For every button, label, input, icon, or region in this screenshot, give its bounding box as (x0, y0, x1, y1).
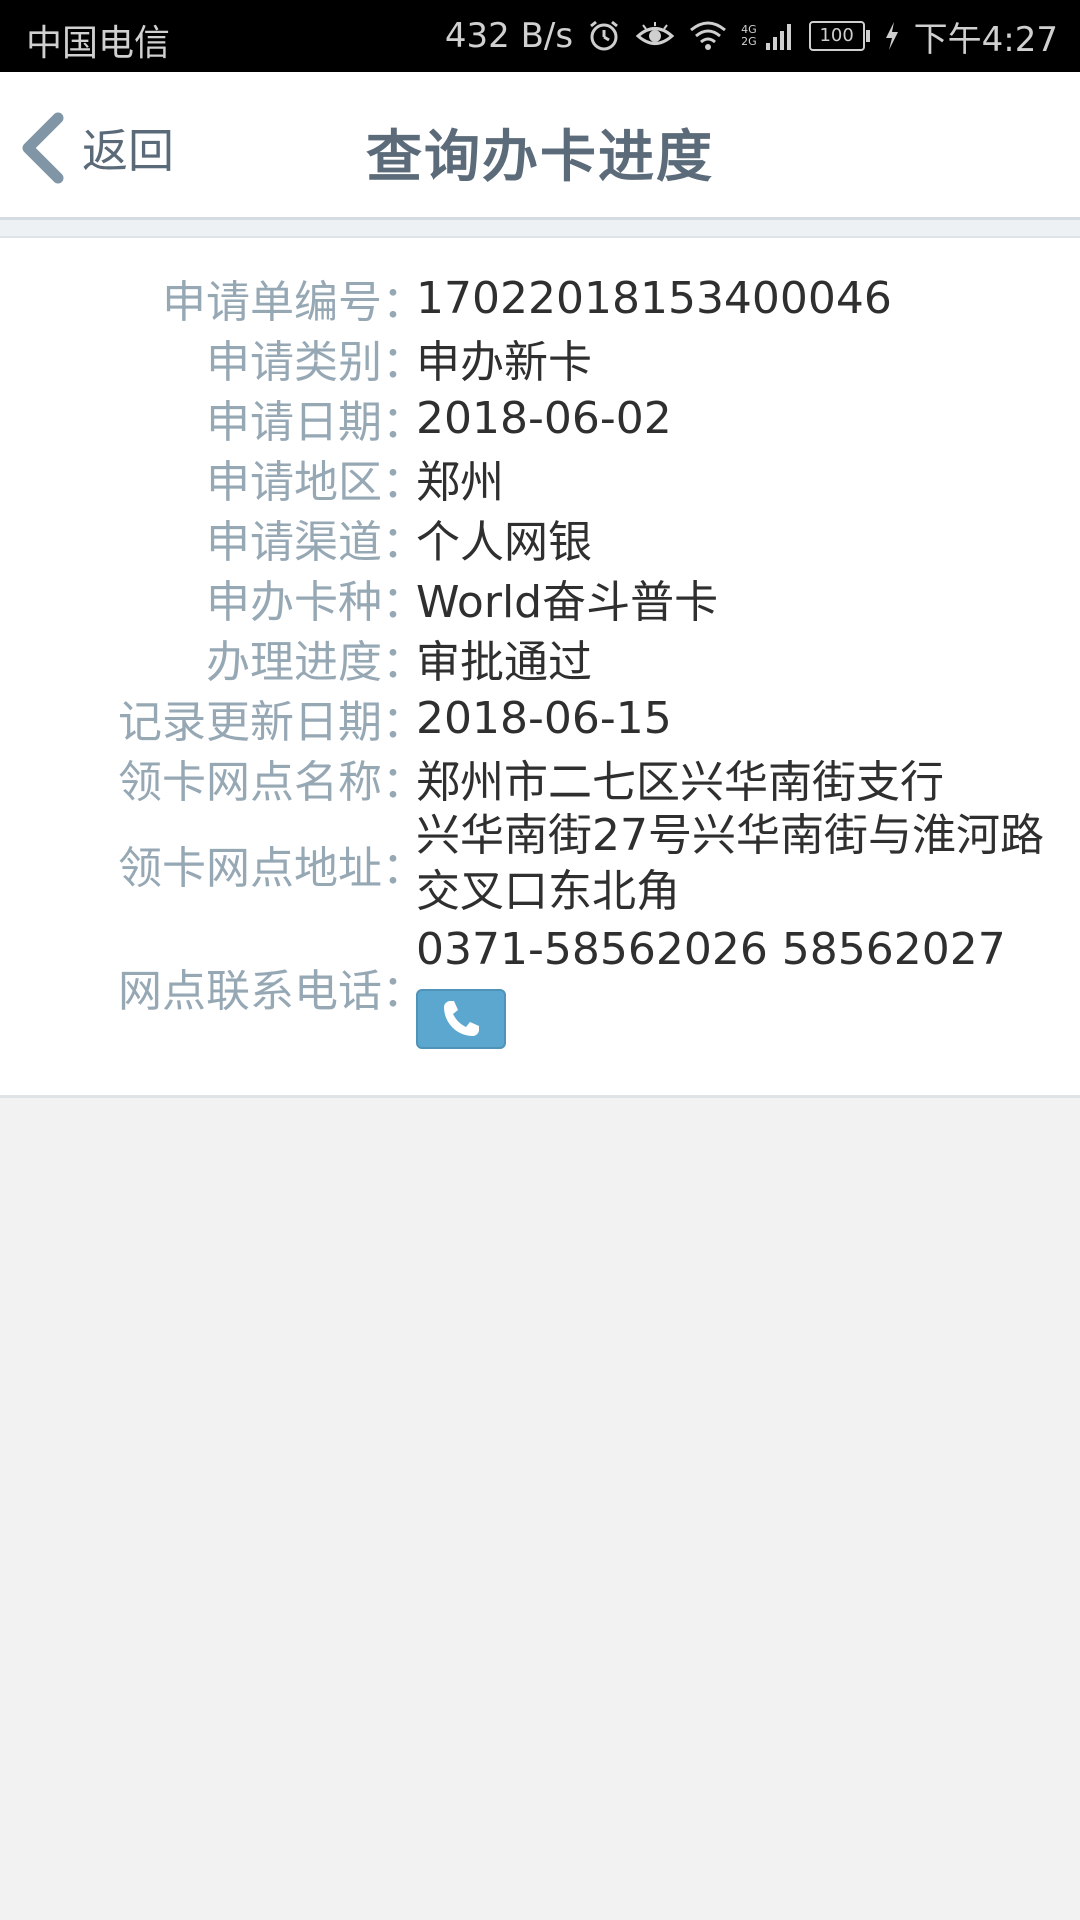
detail-value: World奋斗普卡 (416, 577, 719, 628)
signal-icon (765, 21, 795, 51)
page-title: 查询办卡进度 (366, 125, 714, 190)
detail-value: 郑州 (416, 457, 504, 508)
detail-row-branch-phone: 网点联系电话 ： 0371-58562026 58562027 (0, 924, 1080, 1049)
eye-icon (635, 21, 675, 51)
detail-label: 申请日期 (206, 397, 382, 448)
status-indicators: 432 B/s 4G 2G 100 下午4:27 (445, 12, 1058, 60)
detail-value: 0371-58562026 58562027 (416, 924, 1006, 975)
detail-value: 申办新卡 (416, 337, 592, 388)
detail-label: 申请地区 (206, 457, 382, 508)
detail-colon: ： (382, 337, 426, 388)
detail-row-branch-name: 领卡网点名称 ： 郑州市二七区兴华南街支行 (0, 746, 1080, 810)
call-button[interactable] (416, 989, 506, 1049)
header-divider (0, 220, 1080, 238)
net-speed: 432 B/s (444, 16, 574, 56)
detail-colon: ： (382, 843, 426, 894)
detail-colon: ： (382, 697, 426, 748)
detail-label: 记录更新日期 (118, 697, 382, 748)
detail-label: 申办卡种 (206, 577, 382, 628)
detail-label: 申请单编号 (162, 277, 382, 328)
detail-row-card-type: 申办卡种 ： World奋斗普卡 (0, 566, 1080, 630)
detail-label: 申请渠道 (206, 517, 382, 568)
detail-label: 网点联系电话 (118, 965, 382, 1017)
network-type: 4G 2G (741, 23, 757, 48)
charging-icon (884, 21, 900, 51)
detail-row-application-type: 申请类别 ： 申办新卡 (0, 326, 1080, 390)
detail-value: 兴华南街27号兴华南街与淮河路交叉口东北角 (416, 810, 1044, 917)
detail-row-application-number: 申请单编号 ： 17022018153400046 (0, 266, 1080, 330)
detail-colon: ： (382, 277, 426, 328)
detail-colon: ： (382, 965, 426, 1017)
detail-row-update-date: 记录更新日期 ： 2018-06-15 (0, 686, 1080, 750)
header-bar: 返回 查询办卡进度 (0, 72, 1080, 220)
application-details-card: 申请单编号 ： 17022018153400046 申请类别 ： 申办新卡 申请… (0, 238, 1080, 1098)
detail-colon: ： (382, 397, 426, 448)
detail-label: 领卡网点地址 (118, 843, 382, 894)
detail-colon: ： (382, 457, 426, 508)
detail-row-progress: 办理进度 ： 审批通过 (0, 626, 1080, 690)
detail-colon: ： (382, 517, 426, 568)
detail-value: 个人网银 (416, 517, 592, 568)
detail-colon: ： (382, 757, 426, 808)
battery-icon: 100 (808, 21, 870, 51)
clock: 下午4:27 (913, 19, 1058, 60)
detail-value: 2018-06-02 (416, 392, 672, 444)
detail-label: 申请类别 (206, 337, 382, 388)
carrier-name: 中国电信 (26, 23, 171, 64)
detail-label: 领卡网点名称 (118, 757, 382, 808)
detail-row-application-date: 申请日期 ： 2018-06-02 (0, 386, 1080, 450)
detail-value: 2018-06-15 (416, 692, 672, 744)
detail-value: 17022018153400046 (416, 272, 892, 324)
wifi-icon (689, 20, 727, 52)
detail-row-application-region: 申请地区 ： 郑州 (0, 446, 1080, 510)
detail-value: 郑州市二七区兴华南街支行 (416, 757, 944, 808)
detail-label: 办理进度 (206, 637, 382, 688)
detail-row-application-channel: 申请渠道 ： 个人网银 (0, 506, 1080, 570)
phone-value-group: 0371-58562026 58562027 (416, 924, 1006, 1049)
detail-colon: ： (382, 637, 426, 688)
phone-icon (439, 997, 483, 1041)
status-bar: 中国电信 432 B/s 4G 2G 100 下午4:27 (0, 0, 1080, 72)
detail-colon: ： (382, 577, 426, 628)
detail-row-branch-address: 领卡网点地址 ： 兴华南街27号兴华南街与淮河路交叉口东北角 (0, 808, 1080, 920)
detail-value: 审批通过 (416, 637, 592, 688)
alarm-icon (587, 19, 621, 53)
